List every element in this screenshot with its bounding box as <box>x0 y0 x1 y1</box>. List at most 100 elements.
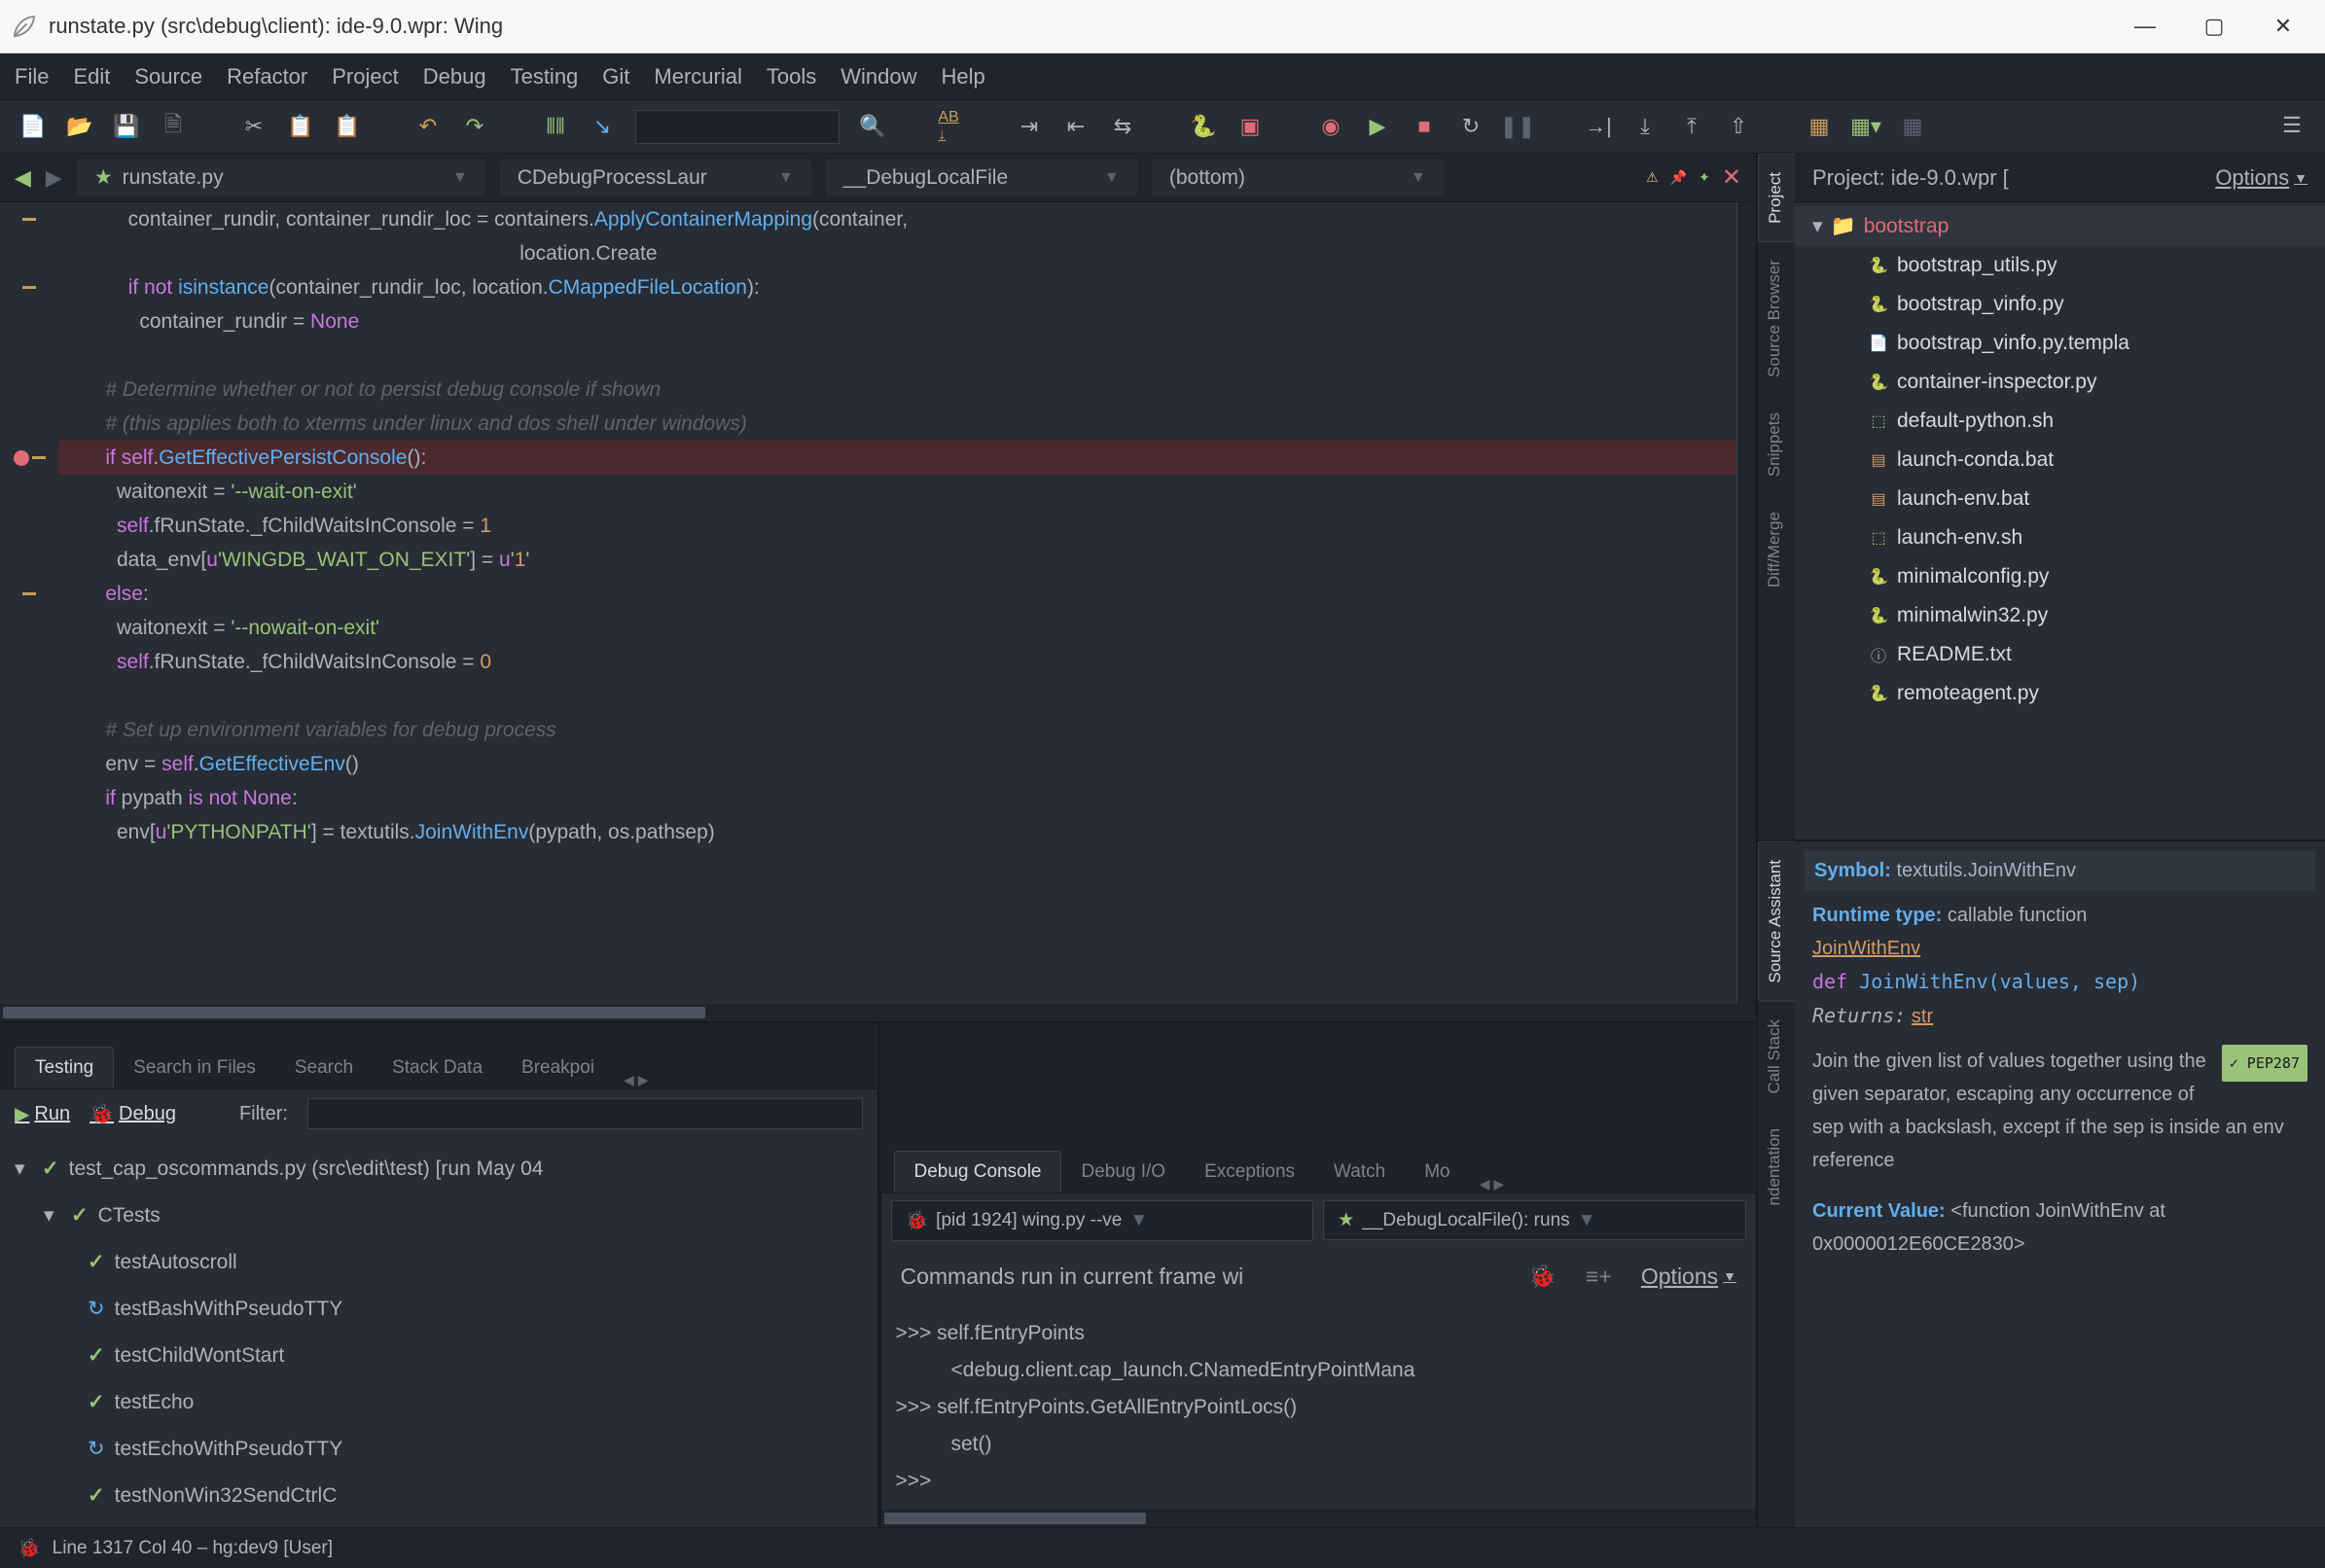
run-tests-button[interactable]: ▶Run <box>15 1102 70 1126</box>
debug-frame-selector[interactable]: ★ __DebugLocalFile(): runs ▼ <box>1323 1200 1746 1240</box>
tab-scroll[interactable]: ◀▶ <box>1470 1176 1515 1193</box>
stop-square-icon[interactable]: ▣ <box>1236 113 1264 140</box>
redo-icon[interactable]: ↷ <box>461 113 488 140</box>
menu-refactor[interactable]: Refactor <box>227 64 307 89</box>
project-file-row[interactable]: 🐍bootstrap_vinfo.py <box>1795 285 2325 324</box>
menu-git[interactable]: Git <box>602 64 629 89</box>
undo-icon[interactable]: ↶ <box>414 113 442 140</box>
search-input[interactable] <box>635 110 840 144</box>
restart-icon[interactable]: ↻ <box>1457 113 1484 140</box>
test-row[interactable]: ✓testAutoscroll <box>15 1239 863 1286</box>
nav-back-icon[interactable]: ◀ <box>15 165 31 191</box>
tab-breakpoi[interactable]: Breakpoi <box>502 1048 614 1088</box>
stop-icon[interactable]: ■ <box>1411 113 1438 140</box>
project-tree[interactable]: ▾ 📁 bootstrap🐍bootstrap_utils.py🐍bootstr… <box>1795 202 2325 839</box>
tab-exceptions[interactable]: Exceptions <box>1185 1152 1314 1193</box>
save-all-icon[interactable]: 🗎 <box>160 113 187 140</box>
project-file-row[interactable]: 🐍minimalconfig.py <box>1795 557 2325 596</box>
test-row[interactable]: ↻testBashWithPseudoTTY <box>15 1286 863 1333</box>
menu-file[interactable]: File <box>15 64 49 89</box>
step-up-icon[interactable]: ⤒ <box>1678 113 1705 140</box>
tab-watch[interactable]: Watch <box>1314 1152 1405 1193</box>
indent-guide-icon[interactable]: ⦀⦀ <box>542 113 569 140</box>
horizontal-scrollbar[interactable] <box>0 1004 1756 1021</box>
test-row[interactable]: ✓testChildWontStart <box>15 1333 863 1379</box>
step-down-icon[interactable]: ⤓ <box>1631 113 1659 140</box>
debug-bug-icon[interactable]: 🐞 <box>1528 1264 1556 1290</box>
test-tree[interactable]: ▾✓test_cap_oscommands.py (src\edit\test)… <box>0 1138 877 1527</box>
project-file-row[interactable]: 🐍remoteagent.py <box>1795 674 2325 713</box>
project-file-row[interactable]: ▤launch-conda.bat <box>1795 441 2325 480</box>
project-folder-row[interactable]: ▾ 📁 bootstrap <box>1795 206 2325 246</box>
warning-icon[interactable]: ⚠ <box>1646 169 1659 186</box>
project-file-row[interactable]: ▤launch-env.bat <box>1795 480 2325 518</box>
menu-testing[interactable]: Testing <box>511 64 579 89</box>
status-bug-icon[interactable]: 🐞 <box>18 1537 41 1560</box>
new-file-icon[interactable]: 📄 <box>19 113 47 140</box>
project-file-row[interactable]: 🐍bootstrap_utils.py <box>1795 246 2325 285</box>
tab-testing[interactable]: Testing <box>15 1047 114 1088</box>
menu-tools[interactable]: Tools <box>767 64 816 89</box>
vtab-source-browser[interactable]: Source Browser <box>1758 242 1795 395</box>
vtab-ndentation[interactable]: ndentation <box>1758 1111 1795 1223</box>
menu-help[interactable]: Help <box>942 64 985 89</box>
pause-icon[interactable]: ❚❚ <box>1504 113 1531 140</box>
replace-icon[interactable]: AB↓ <box>935 113 962 140</box>
test-file-row[interactable]: ▾✓test_cap_oscommands.py (src\edit\test)… <box>15 1146 863 1193</box>
pin-icon[interactable]: 📌 <box>1670 169 1687 186</box>
tab-mo[interactable]: Mo <box>1405 1152 1469 1193</box>
save-icon[interactable]: 💾 <box>113 113 140 140</box>
step-in-icon[interactable]: ⇤ <box>1062 113 1090 140</box>
open-icon[interactable]: 📂 <box>66 113 93 140</box>
tab-debug-console[interactable]: Debug Console <box>894 1151 1062 1193</box>
paste-icon[interactable]: 📋 <box>334 113 361 140</box>
minimize-button[interactable]: — <box>2132 14 2158 39</box>
symbol-link[interactable]: JoinWithEnv <box>1812 938 1920 959</box>
vtab-source-assistant[interactable]: Source Assistant <box>1758 841 1795 1002</box>
step-out-icon[interactable]: ⇧ <box>1725 113 1752 140</box>
test-row[interactable]: ✓testEcho <box>15 1379 863 1426</box>
breakpoint-icon[interactable]: ◉ <box>1317 113 1344 140</box>
test-suite-row[interactable]: ▾✓CTests <box>15 1193 863 1239</box>
frame-up-icon[interactable]: ▦ <box>1806 113 1833 140</box>
search-icon[interactable]: 🔍 <box>859 113 886 140</box>
copy-icon[interactable]: 📋 <box>287 113 314 140</box>
debug-process-selector[interactable]: 🐞 [pid 1924] wing.py --ve ▼ <box>891 1200 1314 1241</box>
test-row[interactable]: ↻testEchoWithPseudoTTY <box>15 1426 863 1473</box>
goto-icon[interactable]: ↘ <box>589 113 616 140</box>
step-into-icon[interactable]: →| <box>1585 113 1612 140</box>
vtab-project[interactable]: Project <box>1758 154 1795 242</box>
project-file-row[interactable]: 📄bootstrap_vinfo.py.templa <box>1795 324 2325 363</box>
test-filter-input[interactable] <box>307 1098 863 1129</box>
maximize-button[interactable]: ▢ <box>2201 14 2227 39</box>
vtab-diff-merge[interactable]: Diff/Merge <box>1758 494 1795 605</box>
console-scrollbar[interactable] <box>881 1510 1757 1527</box>
bookmark-icon[interactable]: ✦ <box>1699 169 1710 186</box>
menu-edit[interactable]: Edit <box>73 64 110 89</box>
menu-source[interactable]: Source <box>134 64 202 89</box>
debug-options-button[interactable]: Options ▼ <box>1641 1264 1736 1290</box>
close-button[interactable]: ✕ <box>2271 14 2296 39</box>
scope1-selector[interactable]: CDebugProcessLaur ▼ <box>500 160 811 196</box>
minimap-scrollbar[interactable] <box>1736 202 1756 1004</box>
cut-icon[interactable]: ✂ <box>240 113 268 140</box>
menu-mercurial[interactable]: Mercurial <box>654 64 741 89</box>
menu-debug[interactable]: Debug <box>423 64 486 89</box>
hamburger-icon[interactable]: ☰ <box>2278 112 2306 139</box>
step-icon[interactable]: ⇆ <box>1109 113 1136 140</box>
tab-search-in-files[interactable]: Search in Files <box>114 1048 275 1088</box>
debug-add-icon[interactable]: ≡+ <box>1586 1264 1612 1290</box>
grid-icon[interactable]: ▦ <box>1899 113 1926 140</box>
project-options-button[interactable]: Options ▼ <box>2215 165 2307 191</box>
menu-window[interactable]: Window <box>841 64 916 89</box>
vtab-snippets[interactable]: Snippets <box>1758 395 1795 494</box>
tab-scroll[interactable]: ◀▶ <box>614 1072 659 1088</box>
menu-project[interactable]: Project <box>332 64 398 89</box>
scope2-selector[interactable]: __DebugLocalFile ▼ <box>826 160 1137 196</box>
gutter[interactable] <box>0 202 58 1004</box>
frame-down-icon[interactable]: ▦▾ <box>1852 113 1879 140</box>
scope3-selector[interactable]: (bottom) ▼ <box>1152 160 1444 196</box>
tab-debug-i-o[interactable]: Debug I/O <box>1061 1152 1185 1193</box>
vtab-call-stack[interactable]: Call Stack <box>1758 1002 1795 1112</box>
tab-stack-data[interactable]: Stack Data <box>373 1048 502 1088</box>
